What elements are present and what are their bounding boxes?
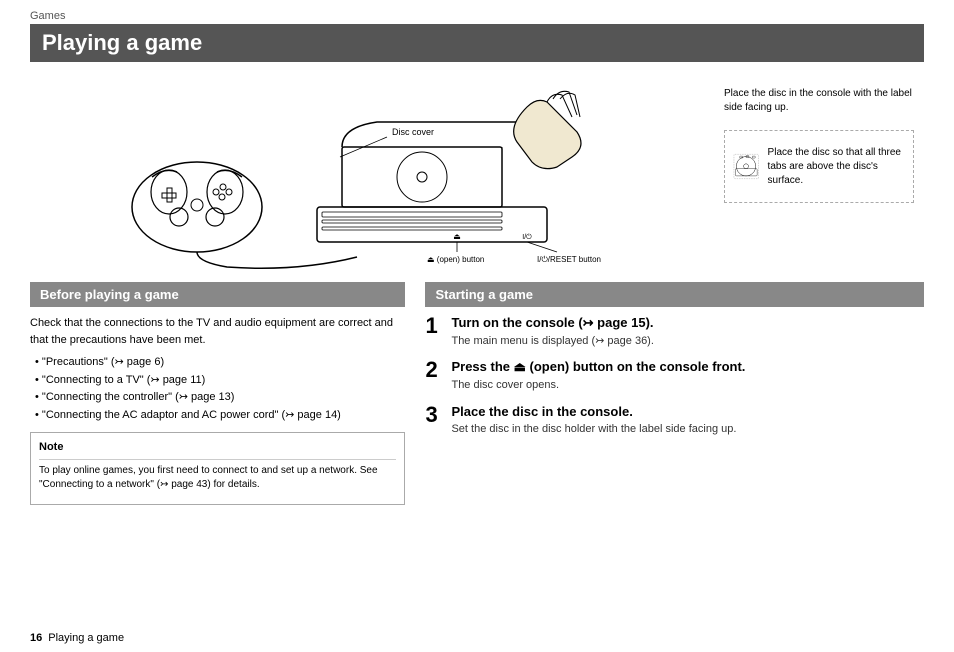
step-1-number: 1 [425, 315, 443, 337]
disc-cover-label: Disc cover [392, 127, 434, 137]
svg-text:⏏: ⏏ [453, 232, 461, 241]
page-footer: 16 Playing a game [30, 632, 124, 644]
step-2-desc: The disc cover opens. [451, 378, 924, 393]
disc-insert-text: Place the disc so that all three tabs ar… [768, 146, 905, 188]
disc-insert-box: Place the disc so that all three tabs ar… [724, 130, 914, 203]
main-diagram: ⏏ I/⏻ Disc cover ⏏ (open) button I/⏻/RES… [30, 77, 724, 277]
page-number: 16 [30, 632, 42, 644]
header-section: Games Playing a game [0, 0, 954, 62]
step-3-desc: Set the disc in the disc holder with the… [451, 422, 924, 437]
starting-section-header: Starting a game [425, 282, 924, 307]
step-2-content: Press the ⏏ (open) button on the console… [451, 359, 924, 393]
disc-side-note: Place the disc in the console with the l… [724, 82, 924, 115]
before-panel: Before playing a game Check that the con… [30, 282, 405, 505]
list-item: "Precautions" (↣ page 6) [35, 354, 405, 372]
list-item: "Connecting to a TV" (↣ page 11) [35, 372, 405, 390]
starting-section-body: 1 Turn on the console (↣ page 15). The m… [425, 315, 924, 438]
reset-button-label: I/⏻/RESET button [537, 255, 601, 264]
step-1-desc: The main menu is displayed (↣ page 36). [451, 334, 924, 349]
disc-small-svg [733, 139, 760, 194]
diagram-area: ⏏ I/⏻ Disc cover ⏏ (open) button I/⏻/RES… [0, 62, 954, 282]
svg-text:I/⏻: I/⏻ [522, 233, 532, 241]
step-1-content: Turn on the console (↣ page 15). The mai… [451, 315, 924, 349]
step-2-title: Press the ⏏ (open) button on the console… [451, 359, 924, 376]
list-item: "Connecting the controller" (↣ page 13) [35, 389, 405, 407]
hand-drawing [514, 91, 581, 168]
console-drawing: ⏏ I/⏻ [317, 91, 581, 242]
before-intro: Check that the connections to the TV and… [30, 315, 405, 348]
step-3-number: 3 [425, 404, 443, 426]
step-1: 1 Turn on the console (↣ page 15). The m… [425, 315, 924, 349]
lower-section: Before playing a game Check that the con… [0, 282, 954, 505]
page-title: Playing a game [42, 30, 912, 56]
category-label: Games [30, 10, 924, 22]
step-2: 2 Press the ⏏ (open) button on the conso… [425, 359, 924, 393]
step-3-content: Place the disc in the console. Set the d… [451, 404, 924, 438]
note-label: Note [39, 439, 396, 460]
open-button-label: ⏏ (open) button [427, 255, 484, 264]
step-3-title: Place the disc in the console. [451, 404, 924, 421]
note-text: To play online games, you first need to … [39, 464, 396, 492]
footer-label: Playing a game [48, 632, 124, 644]
step-3: 3 Place the disc in the console. Set the… [425, 404, 924, 438]
side-notes: Place the disc in the console with the l… [724, 77, 924, 203]
page-title-bar: Playing a game [30, 24, 924, 62]
console-diagram-svg: ⏏ I/⏻ Disc cover ⏏ (open) button I/⏻/RES… [30, 77, 724, 277]
list-item: "Connecting the AC adaptor and AC power … [35, 407, 405, 425]
controller-drawing [132, 162, 357, 268]
step-2-number: 2 [425, 359, 443, 381]
before-bullet-list: "Precautions" (↣ page 6) "Connecting to … [30, 354, 405, 424]
before-section-header: Before playing a game [30, 282, 405, 307]
page-container: Games Playing a game [0, 0, 954, 652]
starting-panel: Starting a game 1 Turn on the console (↣… [425, 282, 924, 505]
before-section-body: Check that the connections to the TV and… [30, 315, 405, 505]
step-1-title: Turn on the console (↣ page 15). [451, 315, 924, 332]
note-box: Note To play online games, you first nee… [30, 432, 405, 505]
